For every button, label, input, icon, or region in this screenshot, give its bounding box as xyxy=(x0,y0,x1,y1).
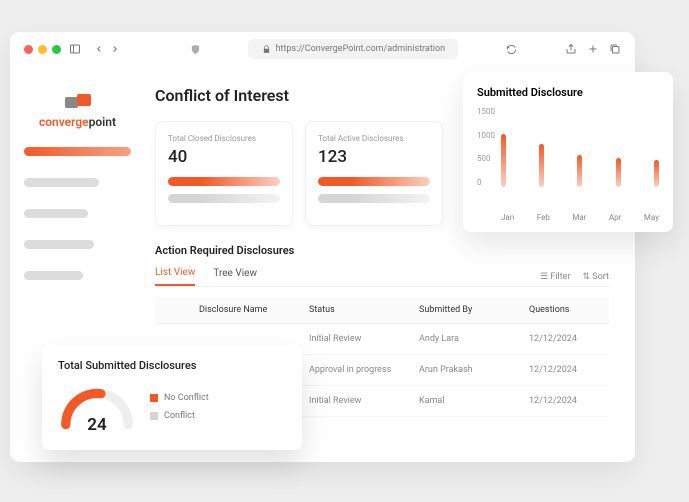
sidebar-item[interactable] xyxy=(24,240,94,249)
stat-card-active[interactable]: Total Active Disclosures 123 xyxy=(305,121,443,226)
forward-icon[interactable] xyxy=(109,43,121,55)
y-axis: 1500 1000 500 0 xyxy=(477,107,501,187)
th-name: Disclosure Name xyxy=(199,305,309,315)
shield-icon[interactable] xyxy=(189,43,201,55)
share-icon[interactable] xyxy=(565,43,577,55)
gauge-value: 24 xyxy=(87,415,106,435)
logo-text: convergepoint xyxy=(39,115,116,129)
th-questions: Questions xyxy=(529,305,609,315)
close-icon[interactable] xyxy=(24,45,33,54)
browser-topbar: https://ConvergePoint.com/administration xyxy=(10,32,635,66)
card-label: Total Active Disclosures xyxy=(318,134,430,143)
section-title: Action Required Disclosures xyxy=(155,244,609,257)
table-header: Disclosure Name Status Submitted By Ques… xyxy=(155,297,609,324)
sidebar-item[interactable] xyxy=(24,178,99,187)
lock-icon xyxy=(262,45,271,54)
chart-bar xyxy=(577,155,582,187)
stat-card-closed[interactable]: Total Closed Disclosures 40 xyxy=(155,121,293,226)
x-tick: Mar xyxy=(572,213,586,222)
card-value: 123 xyxy=(318,147,430,167)
submitted-disclosure-chart-card: Submitted Disclosure 1500 1000 500 0 Jan… xyxy=(463,72,673,232)
minimize-icon[interactable] xyxy=(38,45,47,54)
window-controls[interactable] xyxy=(24,45,61,54)
progress-bar xyxy=(168,194,280,203)
plus-icon[interactable] xyxy=(587,43,599,55)
chart-bar xyxy=(654,160,659,187)
swatch-icon xyxy=(150,394,158,402)
progress-bar xyxy=(318,194,430,203)
logo-mark-icon xyxy=(65,94,91,112)
progress-bar xyxy=(168,177,280,186)
th-status: Status xyxy=(309,305,419,315)
progress-bar xyxy=(318,177,430,186)
chart-title: Submitted Disclosure xyxy=(477,86,659,99)
tab-tree-view[interactable]: Tree View xyxy=(213,268,257,285)
th-submitted: Submitted By xyxy=(419,305,529,315)
sidebar-item[interactable] xyxy=(24,209,88,218)
total-submitted-gauge-card: Total Submitted Disclosures 24 No Confli… xyxy=(42,345,302,450)
logo[interactable]: convergepoint xyxy=(24,94,131,129)
x-axis: Jan Feb Mar Apr May xyxy=(501,213,659,222)
chart-bar xyxy=(539,144,544,187)
tabs: List View Tree View ☰ Filter ⇅ Sort xyxy=(155,267,609,287)
sort-button[interactable]: ⇅ Sort xyxy=(583,272,609,282)
card-label: Total Closed Disclosures xyxy=(168,134,280,143)
gauge-legend: No Conflict Conflict xyxy=(150,393,209,421)
sidebar-item-active[interactable] xyxy=(24,147,131,156)
x-tick: Feb xyxy=(537,213,550,222)
sidebar-item[interactable] xyxy=(24,271,83,280)
reload-icon[interactable] xyxy=(506,43,518,55)
url-text: https://ConvergePoint.com/administration xyxy=(276,44,445,54)
filter-button[interactable]: ☰ Filter xyxy=(540,272,570,282)
back-icon[interactable] xyxy=(93,43,105,55)
chart-bars xyxy=(501,107,659,187)
maximize-icon[interactable] xyxy=(52,45,61,54)
card-value: 40 xyxy=(168,147,280,167)
gauge-title: Total Submitted Disclosures xyxy=(58,359,286,372)
address-bar[interactable]: https://ConvergePoint.com/administration xyxy=(248,39,458,59)
x-tick: Apr xyxy=(609,213,621,222)
swatch-icon xyxy=(150,412,158,420)
sidebar-toggle-icon[interactable] xyxy=(69,43,81,55)
legend-no-conflict: No Conflict xyxy=(150,393,209,403)
tab-list-view[interactable]: List View xyxy=(155,267,195,286)
chart-bar xyxy=(616,158,621,187)
tabs-icon[interactable] xyxy=(609,43,621,55)
chart-bar xyxy=(501,134,506,187)
x-tick: Jan xyxy=(501,213,514,222)
legend-conflict: Conflict xyxy=(150,411,209,421)
x-tick: May xyxy=(644,213,659,222)
